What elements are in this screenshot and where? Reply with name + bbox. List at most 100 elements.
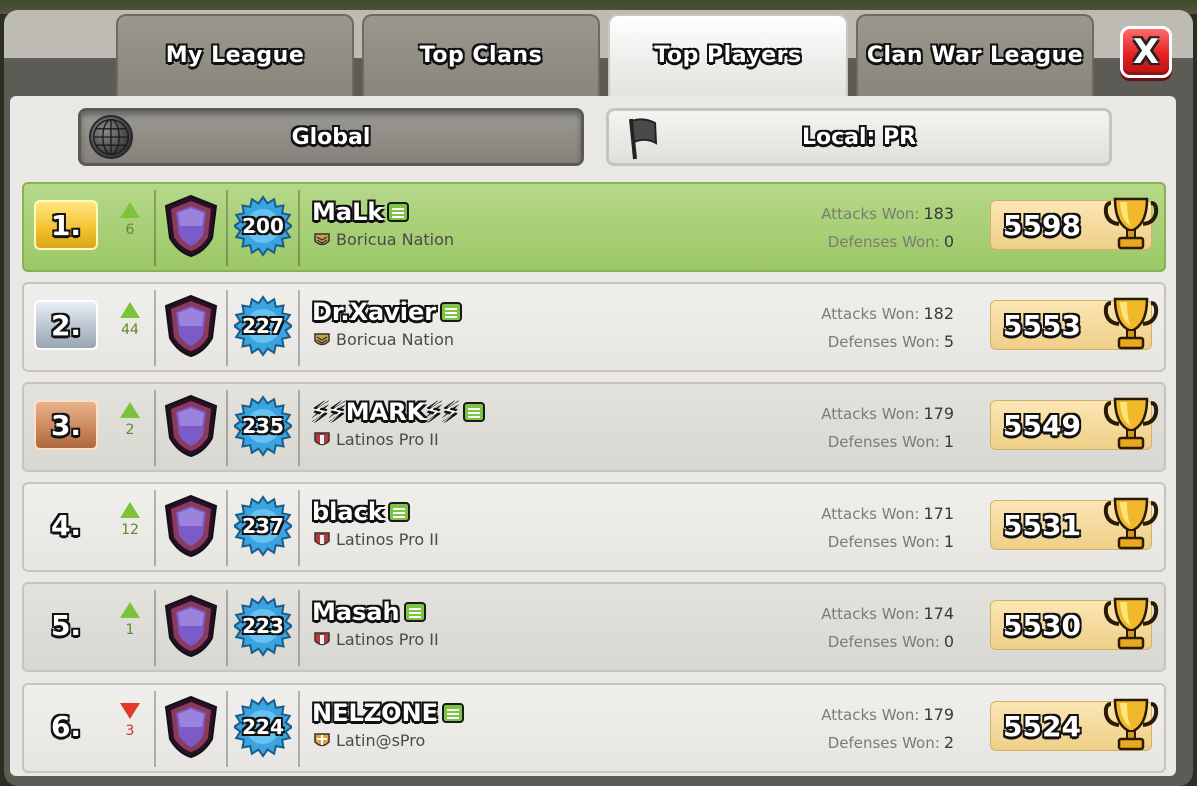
divider [298, 490, 300, 566]
chat-icon[interactable] [387, 202, 410, 222]
player-row[interactable]: 3. 2 235 ⚡⚡MARK⚡⚡ Latinos Pro II Attacks Won:… [22, 382, 1166, 472]
trophy-icon [1103, 493, 1159, 553]
divider [154, 490, 156, 566]
player-name[interactable]: NELZONE [312, 699, 438, 727]
trend-value: 12 [121, 522, 139, 538]
xp-level-badge: 223 [232, 594, 294, 658]
player-name[interactable]: black [312, 498, 384, 526]
player-row[interactable]: 6. 3 224 NELZONE Latin@sPro Attacks Won: 179 De… [22, 683, 1166, 773]
local-filter-button[interactable]: Local: PR [606, 108, 1112, 166]
xp-level-badge: 200 [232, 194, 294, 258]
clan-name[interactable]: Latin@sPro [336, 731, 425, 750]
chat-icon[interactable] [387, 502, 410, 522]
rank-trend: 44 [118, 302, 142, 346]
clan-name[interactable]: Latinos Pro II [336, 630, 439, 649]
league-shield-icon [162, 194, 220, 258]
clan-badge-icon [314, 531, 330, 549]
clan-name[interactable]: Latinos Pro II [336, 530, 439, 549]
clan-line: Boricua Nation [314, 230, 454, 249]
clan-line: Boricua Nation [314, 330, 454, 349]
rank-badge: 1. [34, 200, 98, 250]
trophy-icon [1103, 193, 1159, 253]
trophy-box: 5531 [990, 497, 1159, 550]
tab-top-clans[interactable]: Top Clans [362, 14, 600, 98]
xp-level: 223 [242, 614, 284, 638]
player-row[interactable]: 1. 6 200 MaLk Boricua Nation Attacks Won: 183 D… [22, 182, 1166, 272]
player-row[interactable]: 5. 1 223 Masah Latinos Pro II Attacks Won: 174… [22, 582, 1166, 672]
tab-clan-war-league[interactable]: Clan War League [856, 14, 1094, 98]
trophy-box: 5530 [990, 597, 1159, 650]
trophy-icon [1103, 393, 1159, 453]
rank-badge: 5. [50, 608, 82, 642]
league-shield-icon [162, 494, 220, 558]
player-name-line: Masah [312, 598, 426, 626]
divider [226, 691, 228, 767]
rank-badge: 6. [50, 709, 82, 743]
xp-level-badge: 227 [232, 294, 294, 358]
clan-name[interactable]: Boricua Nation [336, 230, 454, 249]
player-stats: Attacks Won: 171 Defenses Won: 1 [821, 500, 954, 556]
close-button[interactable]: X [1120, 26, 1172, 78]
player-name[interactable]: Masah [312, 598, 400, 626]
tab-my-league[interactable]: My League [116, 14, 354, 98]
player-row[interactable]: 2. 44 227 Dr.Xavier Boricua Nation Attacks Wo… [22, 282, 1166, 372]
chat-icon[interactable] [442, 703, 465, 723]
xp-level: 237 [242, 514, 284, 538]
attacks-won: 179 [923, 705, 954, 724]
clan-line: Latinos Pro II [314, 530, 439, 549]
player-stats: Attacks Won: 179 Defenses Won: 2 [821, 701, 954, 757]
xp-level-badge: 235 [232, 394, 294, 458]
xp-level: 227 [242, 314, 284, 338]
trend-down-icon [120, 703, 140, 719]
attacks-label: Attacks Won: [821, 305, 920, 323]
trophy-count: 5598 [1003, 209, 1081, 242]
player-name[interactable]: MaLk [312, 198, 383, 226]
rank-badge: 3. [34, 400, 98, 450]
chat-icon[interactable] [440, 302, 463, 322]
rank-badge: 2. [34, 300, 98, 350]
player-stats: Attacks Won: 174 Defenses Won: 0 [821, 600, 954, 656]
player-name[interactable]: Dr.Xavier [312, 298, 436, 326]
tab-top-players[interactable]: Top Players [608, 14, 848, 98]
trend-up-icon [120, 302, 140, 318]
player-stats: Attacks Won: 179 Defenses Won: 1 [821, 400, 954, 456]
rank-badge: 4. [50, 508, 82, 542]
xp-level: 224 [242, 715, 284, 739]
clan-line: Latinos Pro II [314, 430, 439, 449]
trend-up-icon [120, 602, 140, 618]
clan-name[interactable]: Latinos Pro II [336, 430, 439, 449]
clan-name[interactable]: Boricua Nation [336, 330, 454, 349]
defenses-won: 1 [943, 432, 954, 451]
league-shield-icon [162, 594, 220, 658]
defenses-label: Defenses Won: [827, 633, 940, 651]
rank-trend: 6 [118, 202, 142, 246]
divider [298, 190, 300, 266]
divider [154, 691, 156, 767]
defenses-label: Defenses Won: [827, 233, 940, 251]
defenses-label: Defenses Won: [827, 533, 940, 551]
defenses-won: 2 [943, 733, 954, 752]
attacks-label: Attacks Won: [821, 706, 920, 724]
global-filter-button[interactable]: Global [78, 108, 584, 166]
defenses-label: Defenses Won: [827, 734, 940, 752]
player-row[interactable]: 4. 12 237 black Latinos Pro II Attacks Won: 17… [22, 482, 1166, 572]
divider [226, 590, 228, 666]
defenses-won: 0 [943, 232, 954, 251]
xp-level-badge: 224 [232, 695, 294, 759]
chat-icon[interactable] [403, 602, 426, 622]
player-name-line: MaLk [312, 198, 410, 226]
trophy-count: 5549 [1003, 409, 1081, 442]
player-name-line: black [312, 498, 410, 526]
divider [298, 390, 300, 466]
divider [226, 490, 228, 566]
clan-line: Latin@sPro [314, 731, 425, 750]
clan-badge-icon [314, 631, 330, 649]
rank-trend: 2 [118, 402, 142, 446]
divider [154, 590, 156, 666]
defenses-label: Defenses Won: [827, 333, 940, 351]
divider [226, 390, 228, 466]
trend-up-icon [120, 402, 140, 418]
player-name[interactable]: ⚡⚡MARK⚡⚡ [312, 398, 459, 426]
chat-icon[interactable] [462, 402, 485, 422]
trophy-count: 5530 [1003, 609, 1081, 642]
